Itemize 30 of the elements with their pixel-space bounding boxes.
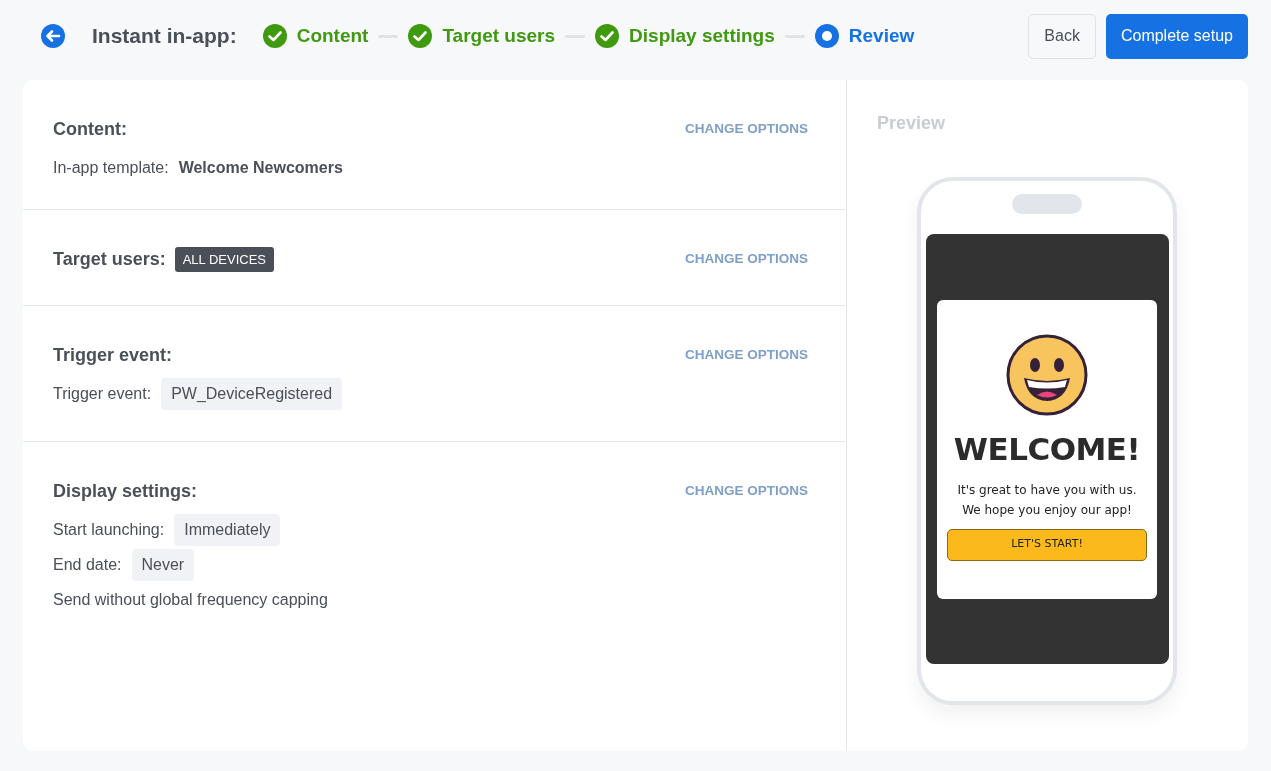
page-title: Instant in-app:	[92, 23, 237, 50]
step-label[interactable]: Content	[296, 21, 369, 51]
change-options-link[interactable]: CHANGE OPTIONS	[685, 119, 808, 140]
field-value: Welcome Newcomers	[178, 158, 343, 178]
step-label[interactable]: Display settings	[629, 21, 775, 51]
section-title: Trigger event:	[53, 344, 173, 367]
setting-text: Send without global frequency capping	[53, 590, 328, 610]
complete-button[interactable]: Complete setup	[1105, 13, 1248, 59]
field-label: Trigger event:	[53, 384, 152, 404]
welcome-message: It's great to have you with us. We hope you enjoy our app!	[956, 481, 1138, 519]
step-label[interactable]: Review	[848, 21, 915, 51]
change-options-link[interactable]: CHANGE OPTIONS	[685, 249, 808, 270]
tag: ALL DEVICES	[174, 246, 275, 273]
value-chip: Immediately	[174, 514, 281, 546]
step-label[interactable]: Target users	[442, 21, 556, 51]
value-chip: PW_DeviceRegistered	[161, 378, 343, 410]
section-title: Content:	[53, 118, 127, 141]
change-options-link[interactable]: CHANGE OPTIONS	[685, 345, 808, 366]
start-button[interactable]: LET'S START!	[947, 528, 1147, 561]
change-options-link[interactable]: CHANGE OPTIONS	[685, 481, 808, 502]
section-title: Display settings:	[53, 480, 198, 503]
phone-notch	[1012, 194, 1082, 214]
field-label: End date:	[53, 555, 122, 575]
section-title: Target users:	[53, 248, 166, 271]
welcome-heading: WELCOME!	[953, 433, 1141, 465]
value-chip: Never	[131, 549, 195, 581]
field-label: Start launching:	[53, 520, 165, 540]
smiley-icon	[1006, 333, 1088, 416]
field-label: In-app template:	[53, 158, 169, 178]
back-button[interactable]: Back	[1028, 13, 1096, 59]
